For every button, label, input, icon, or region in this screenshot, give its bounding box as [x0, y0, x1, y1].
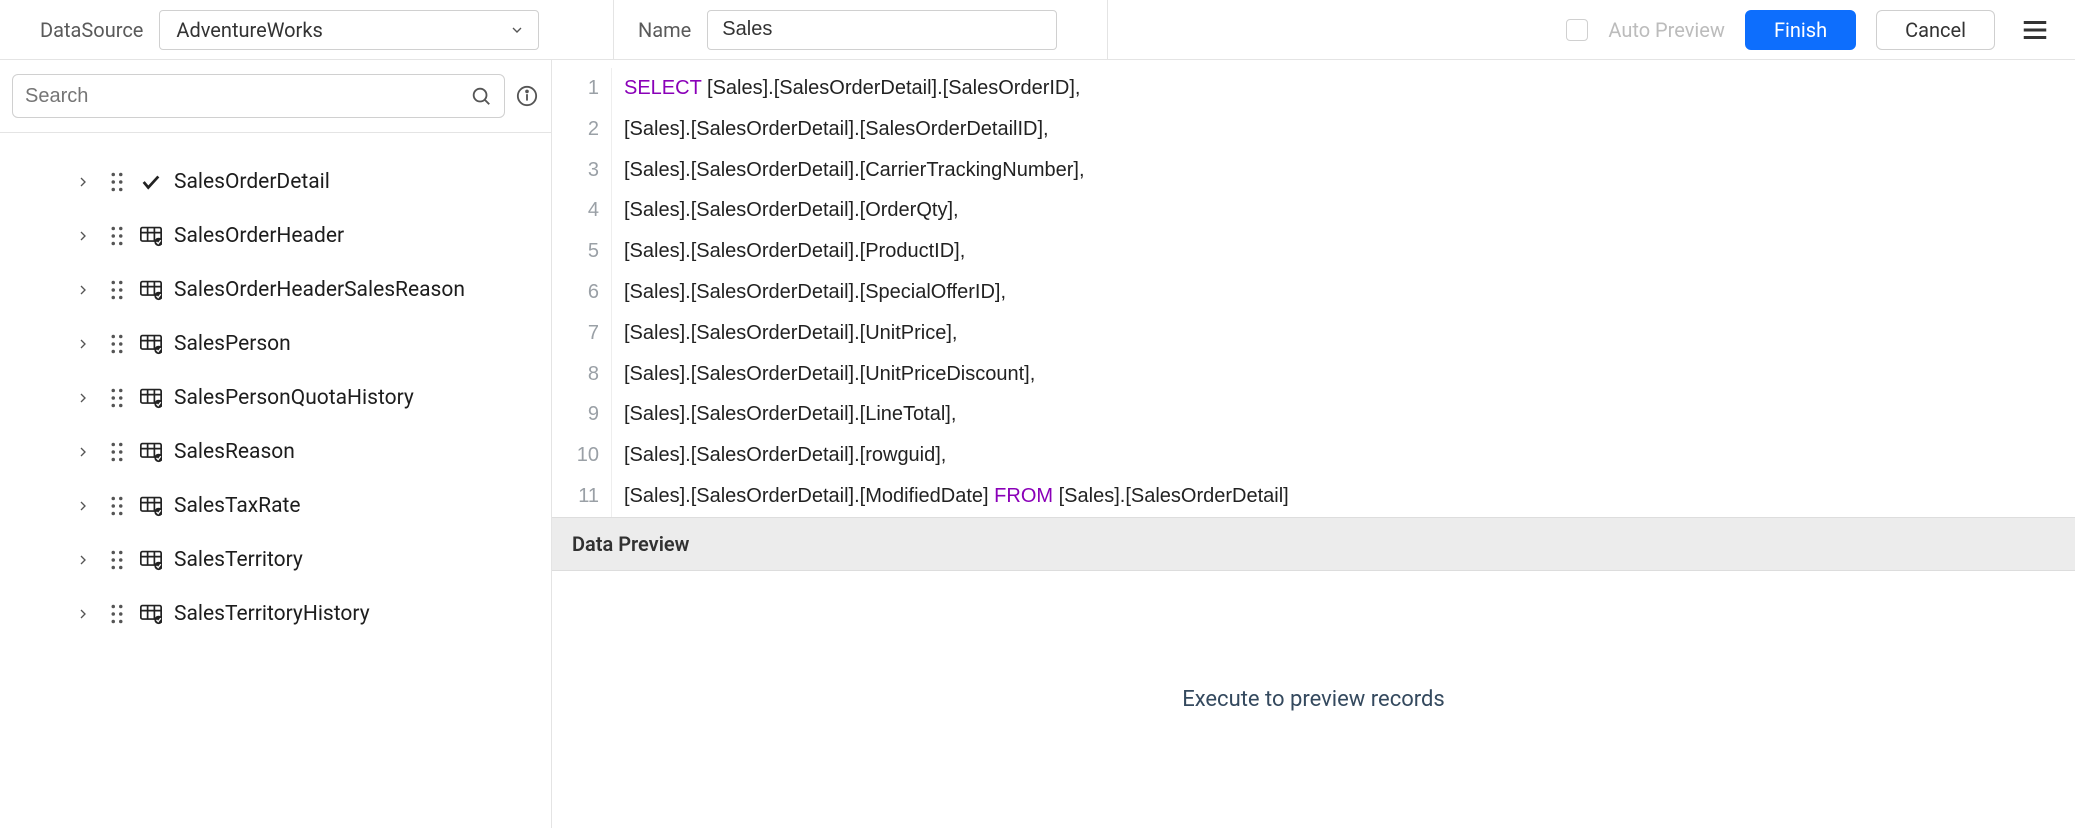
- query-panel: 1234567891011 SELECT [Sales].[SalesOrder…: [552, 60, 2075, 828]
- auto-preview-checkbox[interactable]: [1566, 19, 1588, 41]
- editor-code[interactable]: SELECT [Sales].[SalesOrderDetail].[Sales…: [612, 68, 1289, 517]
- code-line[interactable]: [Sales].[SalesOrderDetail].[UnitPriceDis…: [624, 354, 1289, 395]
- table-icon: [140, 225, 162, 247]
- drag-handle-icon[interactable]: [106, 495, 128, 517]
- datasource-label: DataSource: [40, 18, 143, 42]
- datasource-value: AdventureWorks: [176, 18, 322, 42]
- chevron-down-icon: [508, 21, 526, 39]
- chevron-right-icon[interactable]: [72, 333, 94, 355]
- search-input[interactable]: [25, 85, 470, 108]
- chevron-right-icon[interactable]: [72, 387, 94, 409]
- cancel-button[interactable]: Cancel: [1876, 10, 1995, 50]
- chevron-right-icon[interactable]: [72, 549, 94, 571]
- line-number: 4: [552, 190, 599, 231]
- drag-handle-icon[interactable]: [106, 549, 128, 571]
- search-icon: [470, 85, 492, 107]
- table-icon: [140, 333, 162, 355]
- toolbar: DataSource AdventureWorks Name Auto Prev…: [0, 0, 2075, 60]
- table-icon: [140, 549, 162, 571]
- line-number: 6: [552, 272, 599, 313]
- table-icon: [140, 387, 162, 409]
- table-tree-item[interactable]: SalesReason: [0, 425, 551, 479]
- table-tree-item[interactable]: SalesOrderDetail: [0, 155, 551, 209]
- table-name: SalesPerson: [174, 332, 291, 356]
- table-name: SalesPersonQuotaHistory: [174, 386, 414, 410]
- code-line[interactable]: [Sales].[SalesOrderDetail].[rowguid],: [624, 435, 1289, 476]
- chevron-right-icon[interactable]: [72, 441, 94, 463]
- code-line[interactable]: [Sales].[SalesOrderDetail].[CarrierTrack…: [624, 150, 1289, 191]
- drag-handle-icon[interactable]: [106, 225, 128, 247]
- datasource-section: DataSource AdventureWorks: [0, 0, 614, 59]
- drag-handle-icon[interactable]: [106, 603, 128, 625]
- line-number: 1: [552, 68, 599, 109]
- table-name: SalesTerritoryHistory: [174, 602, 370, 626]
- drag-handle-icon[interactable]: [106, 279, 128, 301]
- sql-editor[interactable]: 1234567891011 SELECT [Sales].[SalesOrder…: [552, 60, 2075, 517]
- table-tree-item[interactable]: SalesOrderHeader: [0, 209, 551, 263]
- hamburger-menu-button[interactable]: [2015, 10, 2055, 50]
- table-name: SalesReason: [174, 440, 295, 464]
- table-tree-item[interactable]: SalesTaxRate: [0, 479, 551, 533]
- search-box[interactable]: [12, 74, 505, 118]
- name-input[interactable]: [707, 10, 1057, 50]
- code-line[interactable]: [Sales].[SalesOrderDetail].[ModifiedDate…: [624, 476, 1289, 517]
- line-number: 8: [552, 354, 599, 395]
- table-icon: [140, 441, 162, 463]
- code-line[interactable]: [Sales].[SalesOrderDetail].[UnitPrice],: [624, 313, 1289, 354]
- table-tree-item[interactable]: SalesTerritoryHistory: [0, 587, 551, 641]
- table-icon: [140, 603, 162, 625]
- table-icon: [140, 495, 162, 517]
- name-label: Name: [638, 18, 691, 42]
- drag-handle-icon[interactable]: [106, 387, 128, 409]
- actions-section: Auto Preview Finish Cancel: [1108, 0, 2075, 59]
- name-section: Name: [614, 0, 1108, 59]
- line-number: 2: [552, 109, 599, 150]
- line-number: 3: [552, 150, 599, 191]
- table-tree-item[interactable]: SalesPersonQuotaHistory: [0, 371, 551, 425]
- table-tree: SalesOrderDetail SalesOrderHeader SalesOrd…: [0, 133, 551, 828]
- drag-handle-icon[interactable]: [106, 441, 128, 463]
- line-number: 9: [552, 394, 599, 435]
- chevron-right-icon[interactable]: [72, 279, 94, 301]
- data-preview-header: Data Preview: [552, 517, 2075, 571]
- code-line[interactable]: [Sales].[SalesOrderDetail].[OrderQty],: [624, 190, 1289, 231]
- chevron-right-icon[interactable]: [72, 603, 94, 625]
- code-line[interactable]: [Sales].[SalesOrderDetail].[SalesOrderDe…: [624, 109, 1289, 150]
- data-preview-empty: Execute to preview records: [552, 571, 2075, 828]
- code-line[interactable]: SELECT [Sales].[SalesOrderDetail].[Sales…: [624, 68, 1289, 109]
- table-icon: [140, 279, 162, 301]
- line-number: 5: [552, 231, 599, 272]
- line-number: 7: [552, 313, 599, 354]
- table-name: SalesOrderHeader: [174, 224, 344, 248]
- table-name: SalesOrderDetail: [174, 170, 330, 194]
- code-line[interactable]: [Sales].[SalesOrderDetail].[ProductID],: [624, 231, 1289, 272]
- editor-gutter: 1234567891011: [552, 68, 612, 517]
- code-line[interactable]: [Sales].[SalesOrderDetail].[SpecialOffer…: [624, 272, 1289, 313]
- table-tree-item[interactable]: SalesPerson: [0, 317, 551, 371]
- chevron-right-icon[interactable]: [72, 225, 94, 247]
- checkmark-icon: [140, 171, 162, 193]
- schema-panel: SalesOrderDetail SalesOrderHeader SalesOrd…: [0, 60, 552, 828]
- finish-button[interactable]: Finish: [1745, 10, 1856, 50]
- line-number: 10: [552, 435, 599, 476]
- search-row: [0, 60, 551, 133]
- chevron-right-icon[interactable]: [72, 495, 94, 517]
- auto-preview-label: Auto Preview: [1608, 18, 1725, 42]
- code-line[interactable]: [Sales].[SalesOrderDetail].[LineTotal],: [624, 394, 1289, 435]
- table-name: SalesTaxRate: [174, 494, 301, 518]
- table-tree-item[interactable]: SalesTerritory: [0, 533, 551, 587]
- datasource-select[interactable]: AdventureWorks: [159, 10, 539, 50]
- table-name: SalesOrderHeaderSalesReason: [174, 278, 465, 302]
- info-icon[interactable]: [515, 84, 539, 108]
- line-number: 11: [552, 476, 599, 517]
- table-name: SalesTerritory: [174, 548, 303, 572]
- chevron-right-icon[interactable]: [72, 171, 94, 193]
- table-tree-item[interactable]: SalesOrderHeaderSalesReason: [0, 263, 551, 317]
- drag-handle-icon[interactable]: [106, 333, 128, 355]
- drag-handle-icon[interactable]: [106, 171, 128, 193]
